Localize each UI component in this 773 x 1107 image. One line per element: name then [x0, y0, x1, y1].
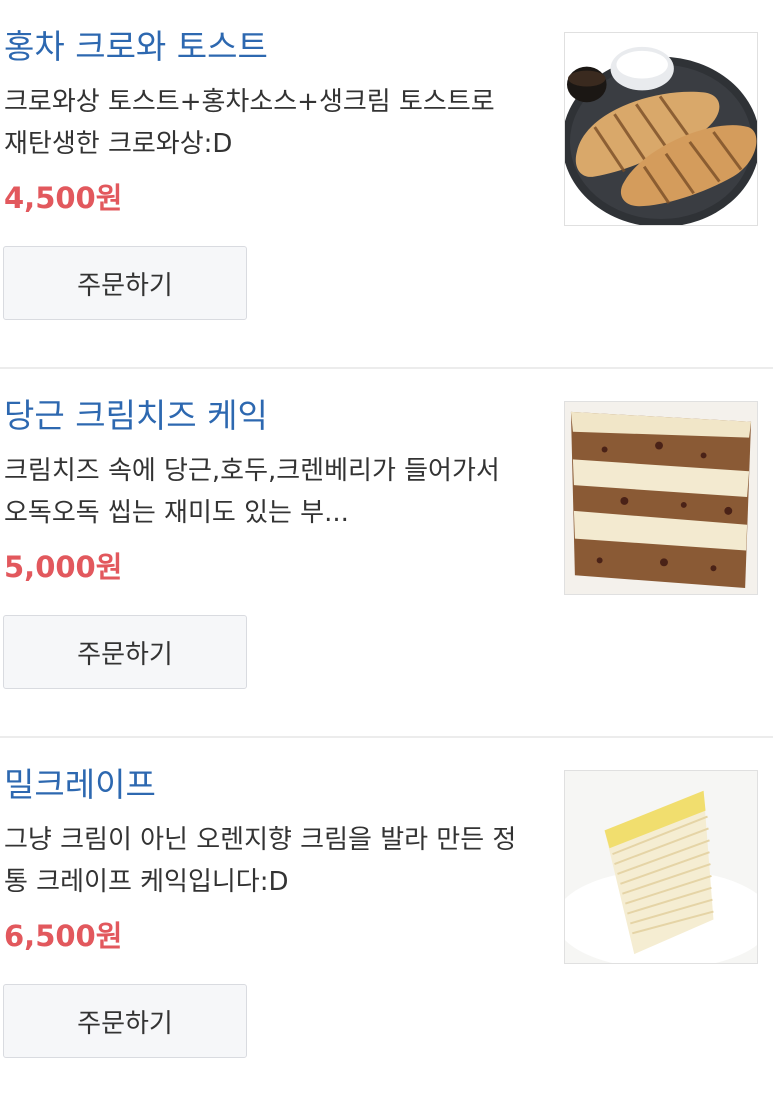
order-button[interactable]: 주문하기: [3, 246, 247, 320]
mille-crepe-photo[interactable]: [564, 770, 758, 964]
item-description: 그냥 크림이 아닌 오렌지향 크림을 발라 만든 정통 크레이프 케익입니다:D: [4, 825, 517, 897]
order-button[interactable]: 주문하기: [3, 984, 247, 1058]
item-title[interactable]: 당근 크림치즈 케익: [4, 393, 268, 439]
item-description: 크림치즈 속에 당근,호두,크렌베리가 들어가서 오독오독 씹는 재미도 있는 …: [4, 456, 500, 528]
croissant-toast-photo[interactable]: [564, 32, 758, 226]
item-price: 4,500원: [4, 181, 123, 215]
menu-item[interactable]: 밀크레이프 그냥 크림이 아닌 오렌지향 크림을 발라 만든 정통 크레이프 케…: [0, 738, 773, 1107]
item-price: 6,500원: [4, 919, 123, 953]
menu-item[interactable]: 홍차 크로와 토스트 크로와상 토스트+홍차소스+생크림 토스트로 재탄생한 크…: [0, 0, 773, 369]
item-description: 크로와상 토스트+홍차소스+생크림 토스트로 재탄생한 크로와상:D: [4, 87, 495, 159]
mille-crepe-image: [565, 771, 757, 963]
carrot-cake-photo[interactable]: [564, 401, 758, 595]
item-title[interactable]: 홍차 크로와 토스트: [4, 24, 268, 70]
carrot-cake-image: [565, 402, 757, 594]
menu-item[interactable]: 당근 크림치즈 케익 크림치즈 속에 당근,호두,크렌베리가 들어가서 오독오독…: [0, 369, 773, 738]
croissant-toast-image: [565, 33, 757, 225]
item-title[interactable]: 밀크레이프: [4, 762, 156, 808]
order-button[interactable]: 주문하기: [3, 615, 247, 689]
item-price: 5,000원: [4, 550, 123, 584]
